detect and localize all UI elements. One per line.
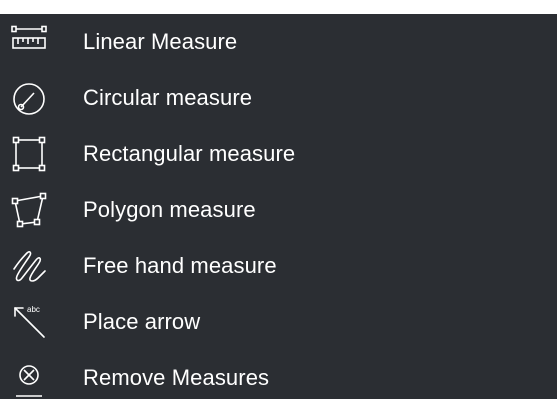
menu-item-free-hand-measure[interactable]: Free hand measure [0,238,557,294]
arrow-icon: abc [10,303,48,341]
menu-item-rectangular-measure[interactable]: Rectangular measure [0,126,557,182]
menu-item-label: Linear Measure [83,29,238,54]
rectangle-measure-icon [10,135,48,173]
menu-item-label: Remove Measures [83,365,270,390]
arrow-icon-text: abc [27,305,40,314]
menu-item-remove-measures[interactable]: Remove Measures [0,350,557,399]
menu-item-label: Rectangular measure [83,141,296,166]
ruler-icon [10,23,48,61]
measure-tools-menu: Linear Measure Circular measure Rectangu… [0,14,557,399]
menu-item-label: Polygon measure [83,197,256,222]
circle-measure-icon [10,79,48,117]
menu-item-label: Circular measure [83,85,253,110]
menu-item-label: Free hand measure [83,253,277,278]
menu-item-circular-measure[interactable]: Circular measure [0,70,557,126]
polygon-measure-icon [10,191,48,229]
menu-item-polygon-measure[interactable]: Polygon measure [0,182,557,238]
menu-item-place-arrow[interactable]: abc Place arrow [0,294,557,350]
menu-item-linear-measure[interactable]: Linear Measure [0,14,557,70]
freehand-icon [10,247,48,285]
menu-item-label: Place arrow [83,309,201,334]
remove-circle-x-icon [10,359,48,397]
